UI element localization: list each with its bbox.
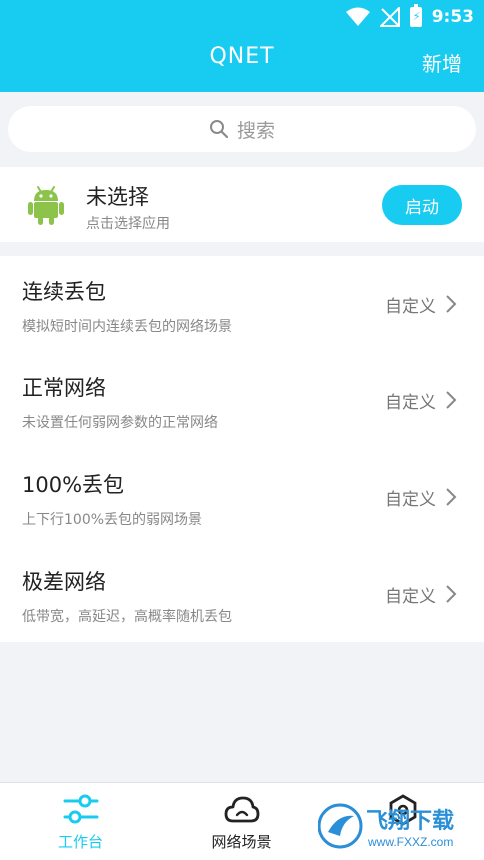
app-selector[interactable]: 未选择 点击选择应用 启动 [0, 167, 484, 242]
scene-desc: 模拟短时间内连续丢包的网络场景 [22, 319, 232, 335]
scene-customize-label: 自定义 [385, 297, 436, 317]
scene-desc: 未设置任何弱网参数的正常网络 [22, 415, 218, 431]
sliders-icon [63, 794, 98, 824]
app-bar: ⚡ 9:53 QNET 新增 [0, 0, 484, 92]
scene-desc: 上下行100%丢包的弱网场景 [22, 512, 203, 528]
search-icon [209, 120, 229, 139]
scene-title: 100%丢包 [22, 473, 125, 497]
scene-list: 连续丢包 模拟短时间内连续丢包的网络场景 自定义 正常网络 未设置任何弱网参数的… [0, 256, 484, 642]
watermark-text: 飞翔下载 [366, 808, 454, 833]
chevron-right-icon [446, 585, 457, 603]
app-hint: 点击选择应用 [86, 216, 170, 232]
scene-desc: 低带宽，高延迟，高概率随机丢包 [22, 609, 232, 625]
scene-item-normal-network[interactable]: 正常网络 未设置任何弱网参数的正常网络 自定义 [0, 352, 484, 448]
scene-item-poor-network[interactable]: 极差网络 低带宽，高延迟，高概率随机丢包 自定义 [0, 546, 484, 642]
scene-title: 连续丢包 [22, 280, 106, 304]
chevron-right-icon [446, 295, 457, 313]
no-signal-icon [379, 7, 400, 27]
search-input[interactable]: 搜索 [8, 106, 476, 152]
tab-label: 工作台 [57, 833, 103, 851]
scene-item-full-loss[interactable]: 100%丢包 上下行100%丢包的弱网场景 自定义 [0, 449, 484, 545]
battery-charging-icon: ⚡ [409, 4, 422, 27]
tab-label: 网络场景 [211, 833, 272, 851]
watermark-logo: 飞翔下载 www.FXXZ.com [318, 803, 454, 849]
search-placeholder: 搜索 [236, 119, 275, 142]
scene-customize-label: 自定义 [385, 587, 436, 607]
scene-title: 极差网络 [22, 570, 106, 594]
scene-title: 正常网络 [22, 376, 106, 400]
chevron-right-icon [446, 391, 457, 409]
scene-customize-label: 自定义 [385, 490, 436, 510]
android-icon [28, 186, 64, 225]
scene-item-continuous-loss[interactable]: 连续丢包 模拟短时间内连续丢包的网络场景 自定义 [0, 256, 484, 352]
app-name: 未选择 [86, 185, 149, 209]
start-button[interactable]: 启动 [382, 185, 462, 225]
add-button[interactable]: 新增 [422, 48, 462, 77]
search-section: 搜索 [0, 92, 484, 166]
page-title: QNET [209, 44, 275, 69]
status-time: 9:53 [431, 7, 474, 27]
watermark-url: www.FXXZ.com [367, 835, 453, 849]
wifi-icon [345, 7, 370, 26]
tab-network-scenes[interactable]: 网络场景 [161, 783, 322, 860]
chevron-right-icon [446, 488, 457, 506]
cloud-icon [224, 796, 259, 823]
status-bar: ⚡ 9:53 [345, 4, 474, 30]
scene-customize-label: 自定义 [385, 393, 436, 413]
tab-workbench[interactable]: 工作台 [0, 783, 161, 860]
